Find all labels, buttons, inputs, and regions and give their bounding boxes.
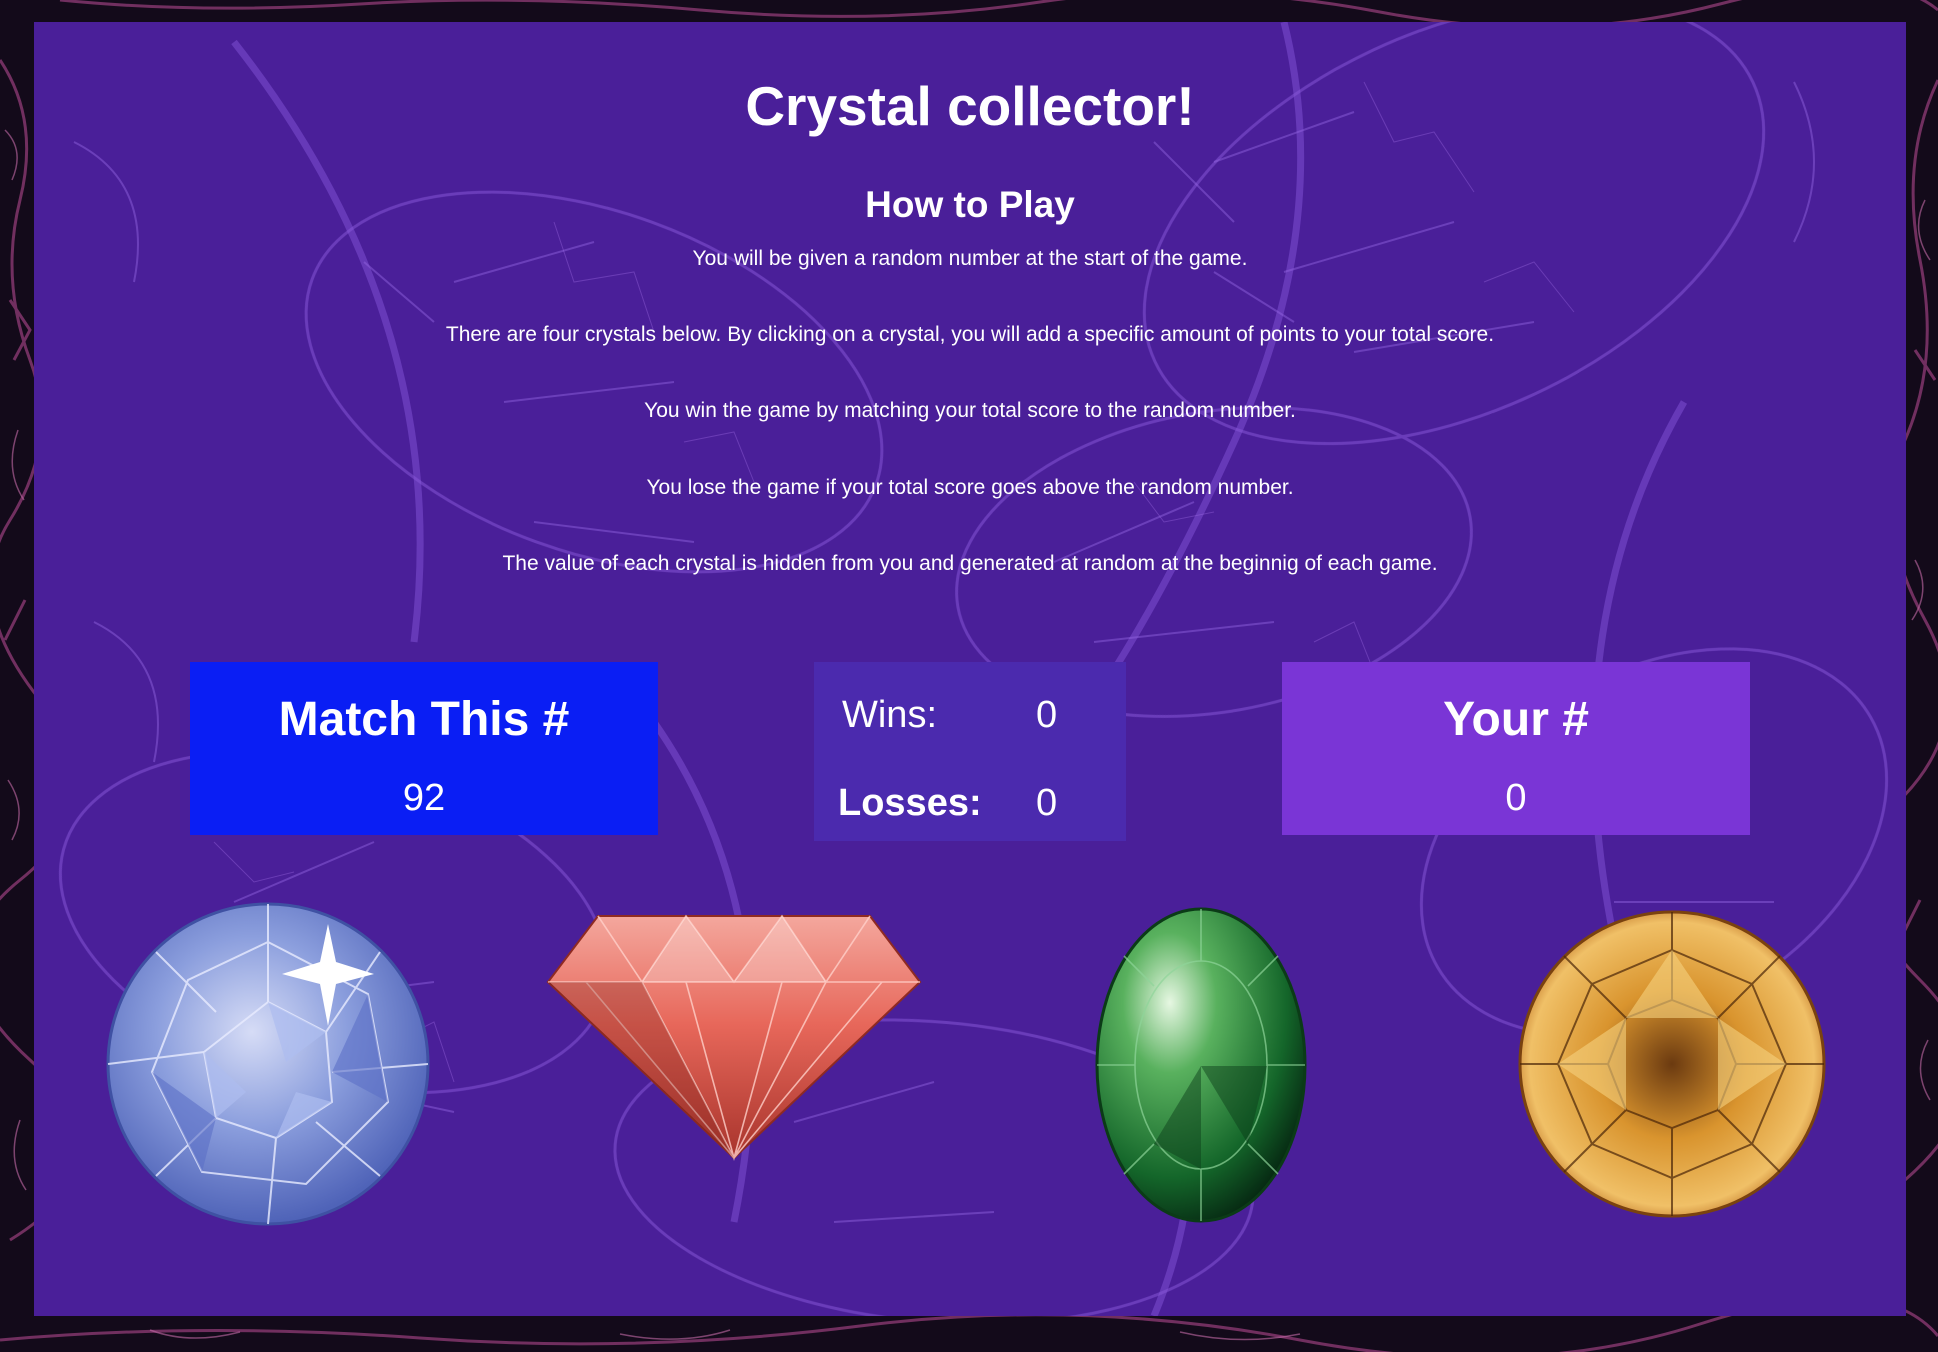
wins-losses-box: Wins: 0 Losses: 0 [814,662,1126,841]
rule-text: The value of each crystal is hidden from… [502,552,1438,575]
orange-round-crystal[interactable] [1518,910,1826,1218]
red-diamond-crystal[interactable] [546,912,922,1162]
target-number-box: Match This # 92 [190,662,658,835]
rule-text: You will be given a random number at the… [692,247,1248,270]
game-title: Crystal collector! [745,75,1195,137]
score-label: Your # [1443,693,1589,746]
your-score-box: Your # 0 [1282,662,1750,835]
rule-text: There are four crystals below. By clicki… [445,323,1495,346]
rule-text: You lose the game if your total score go… [646,476,1294,499]
green-oval-crystal[interactable] [1094,906,1308,1224]
score-value: 0 [1505,777,1527,819]
wins-count: 0 [1036,694,1058,736]
rule-text: You win the game by matching your total … [644,399,1296,422]
wins-label: Wins: [842,694,937,736]
losses-label: Losses: [838,782,982,824]
target-label: Match This # [278,693,570,746]
blue-round-crystal[interactable] [106,902,430,1226]
game-panel: Crystal collector! How to Play You will … [34,22,1906,1316]
losses-count: 0 [1036,782,1058,824]
target-value: 92 [402,777,446,819]
how-to-play-heading: How to Play [865,184,1075,225]
